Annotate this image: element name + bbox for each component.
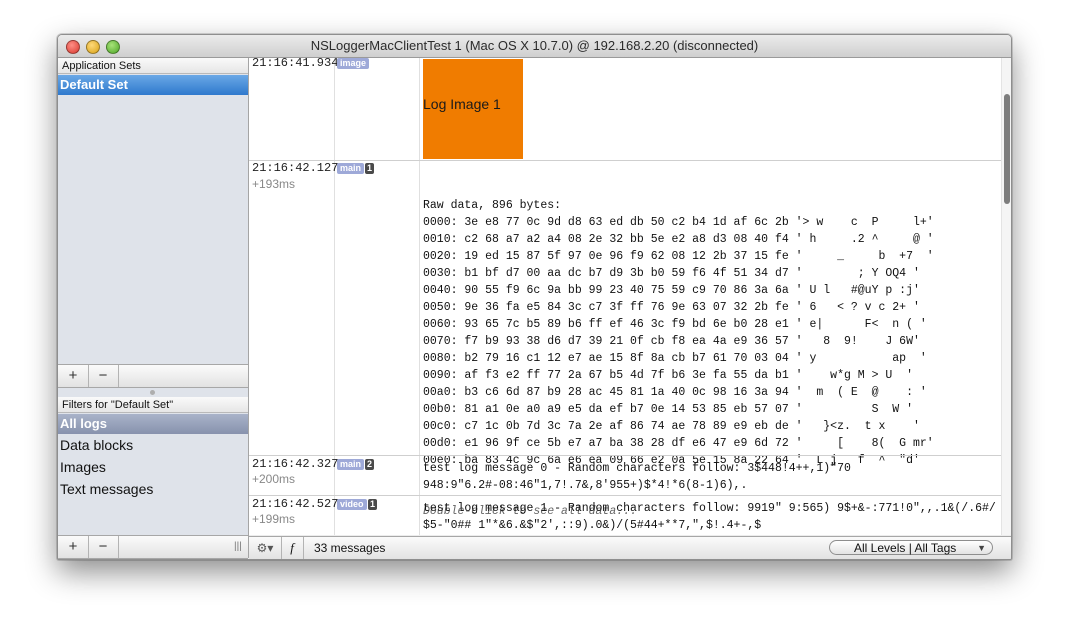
log-tag: image xyxy=(337,58,370,69)
hex-dump-text: Raw data, 896 bytes: 0000: 3e e8 77 0c 9… xyxy=(423,199,934,467)
log-timestamp: 21:16:42.327 xyxy=(252,457,339,471)
add-set-button[interactable]: + xyxy=(58,365,89,387)
log-message: test log message 1 - Random characters f… xyxy=(423,502,996,532)
log-image: Log Image 1 xyxy=(423,59,523,159)
log-tag: main xyxy=(337,163,365,174)
row-divider xyxy=(249,455,1011,456)
row-divider xyxy=(249,160,1011,161)
function-button[interactable]: f xyxy=(281,537,304,559)
window-title: NSLoggerMacClientTest 1 (Mac OS X 10.7.0… xyxy=(310,38,759,53)
log-tag: main xyxy=(337,459,365,470)
gear-menu-icon[interactable]: ⚙▾ xyxy=(249,537,282,559)
application-set-default[interactable]: Default Set xyxy=(58,75,248,95)
log-timestamp: 21:16:42.527 xyxy=(252,497,339,511)
title-bar[interactable]: NSLoggerMacClientTest 1 (Mac OS X 10.7.0… xyxy=(58,35,1011,58)
filter-all-logs[interactable]: All logs xyxy=(58,414,248,434)
log-delta: +193ms xyxy=(252,177,296,191)
column-separator xyxy=(419,58,420,535)
log-thread-badge: 2 xyxy=(365,459,374,470)
vertical-scrollbar[interactable] xyxy=(1001,58,1011,535)
filters-header: Filters for "Default Set" xyxy=(58,397,248,413)
log-delta: +200ms xyxy=(252,472,296,486)
row-divider xyxy=(249,495,1011,496)
application-sets-header: Application Sets xyxy=(58,58,248,74)
log-timestamp: 21:16:41.934 xyxy=(252,58,339,70)
add-filter-button[interactable]: + xyxy=(58,536,89,558)
message-count: 33 messages xyxy=(314,541,386,555)
log-thread-badge: 1 xyxy=(365,163,374,174)
remove-filter-button[interactable]: − xyxy=(88,536,119,558)
application-sets-toolbar: + − xyxy=(58,364,248,388)
resize-handle-icon[interactable]: ||| xyxy=(234,536,242,558)
log-timestamp: 21:16:42.127 xyxy=(252,161,339,175)
scrollbar-thumb[interactable] xyxy=(1004,94,1010,204)
sidebar: Application Sets Default Set + − Filters… xyxy=(58,58,249,559)
levels-tags-popup[interactable]: All Levels | All Tags ▼ xyxy=(829,540,993,555)
log-image-label: Log Image 1 xyxy=(423,96,501,112)
remove-set-button[interactable]: − xyxy=(88,365,119,387)
log-toolbar: ⚙▾ f 33 messages All Levels | All Tags ▼ xyxy=(249,536,1011,559)
levels-tags-label: All Levels | All Tags xyxy=(854,541,957,555)
filter-images[interactable]: Images xyxy=(60,459,106,475)
split-view-grip[interactable] xyxy=(150,390,155,395)
log-message: test log message 0 - Random characters f… xyxy=(423,462,851,492)
chevron-down-icon: ▼ xyxy=(977,543,986,553)
filter-data-blocks[interactable]: Data blocks xyxy=(60,437,133,453)
filters-toolbar: + − ||| xyxy=(58,535,248,559)
filter-text-messages[interactable]: Text messages xyxy=(60,481,153,497)
log-tag: video xyxy=(337,499,367,510)
log-thread-badge: 1 xyxy=(368,499,377,510)
log-table[interactable]: 21:16:41.934 image Log Image 1 21:16:42.… xyxy=(249,58,1011,535)
log-delta: +199ms xyxy=(252,512,296,526)
main-window: NSLoggerMacClientTest 1 (Mac OS X 10.7.0… xyxy=(57,34,1012,560)
